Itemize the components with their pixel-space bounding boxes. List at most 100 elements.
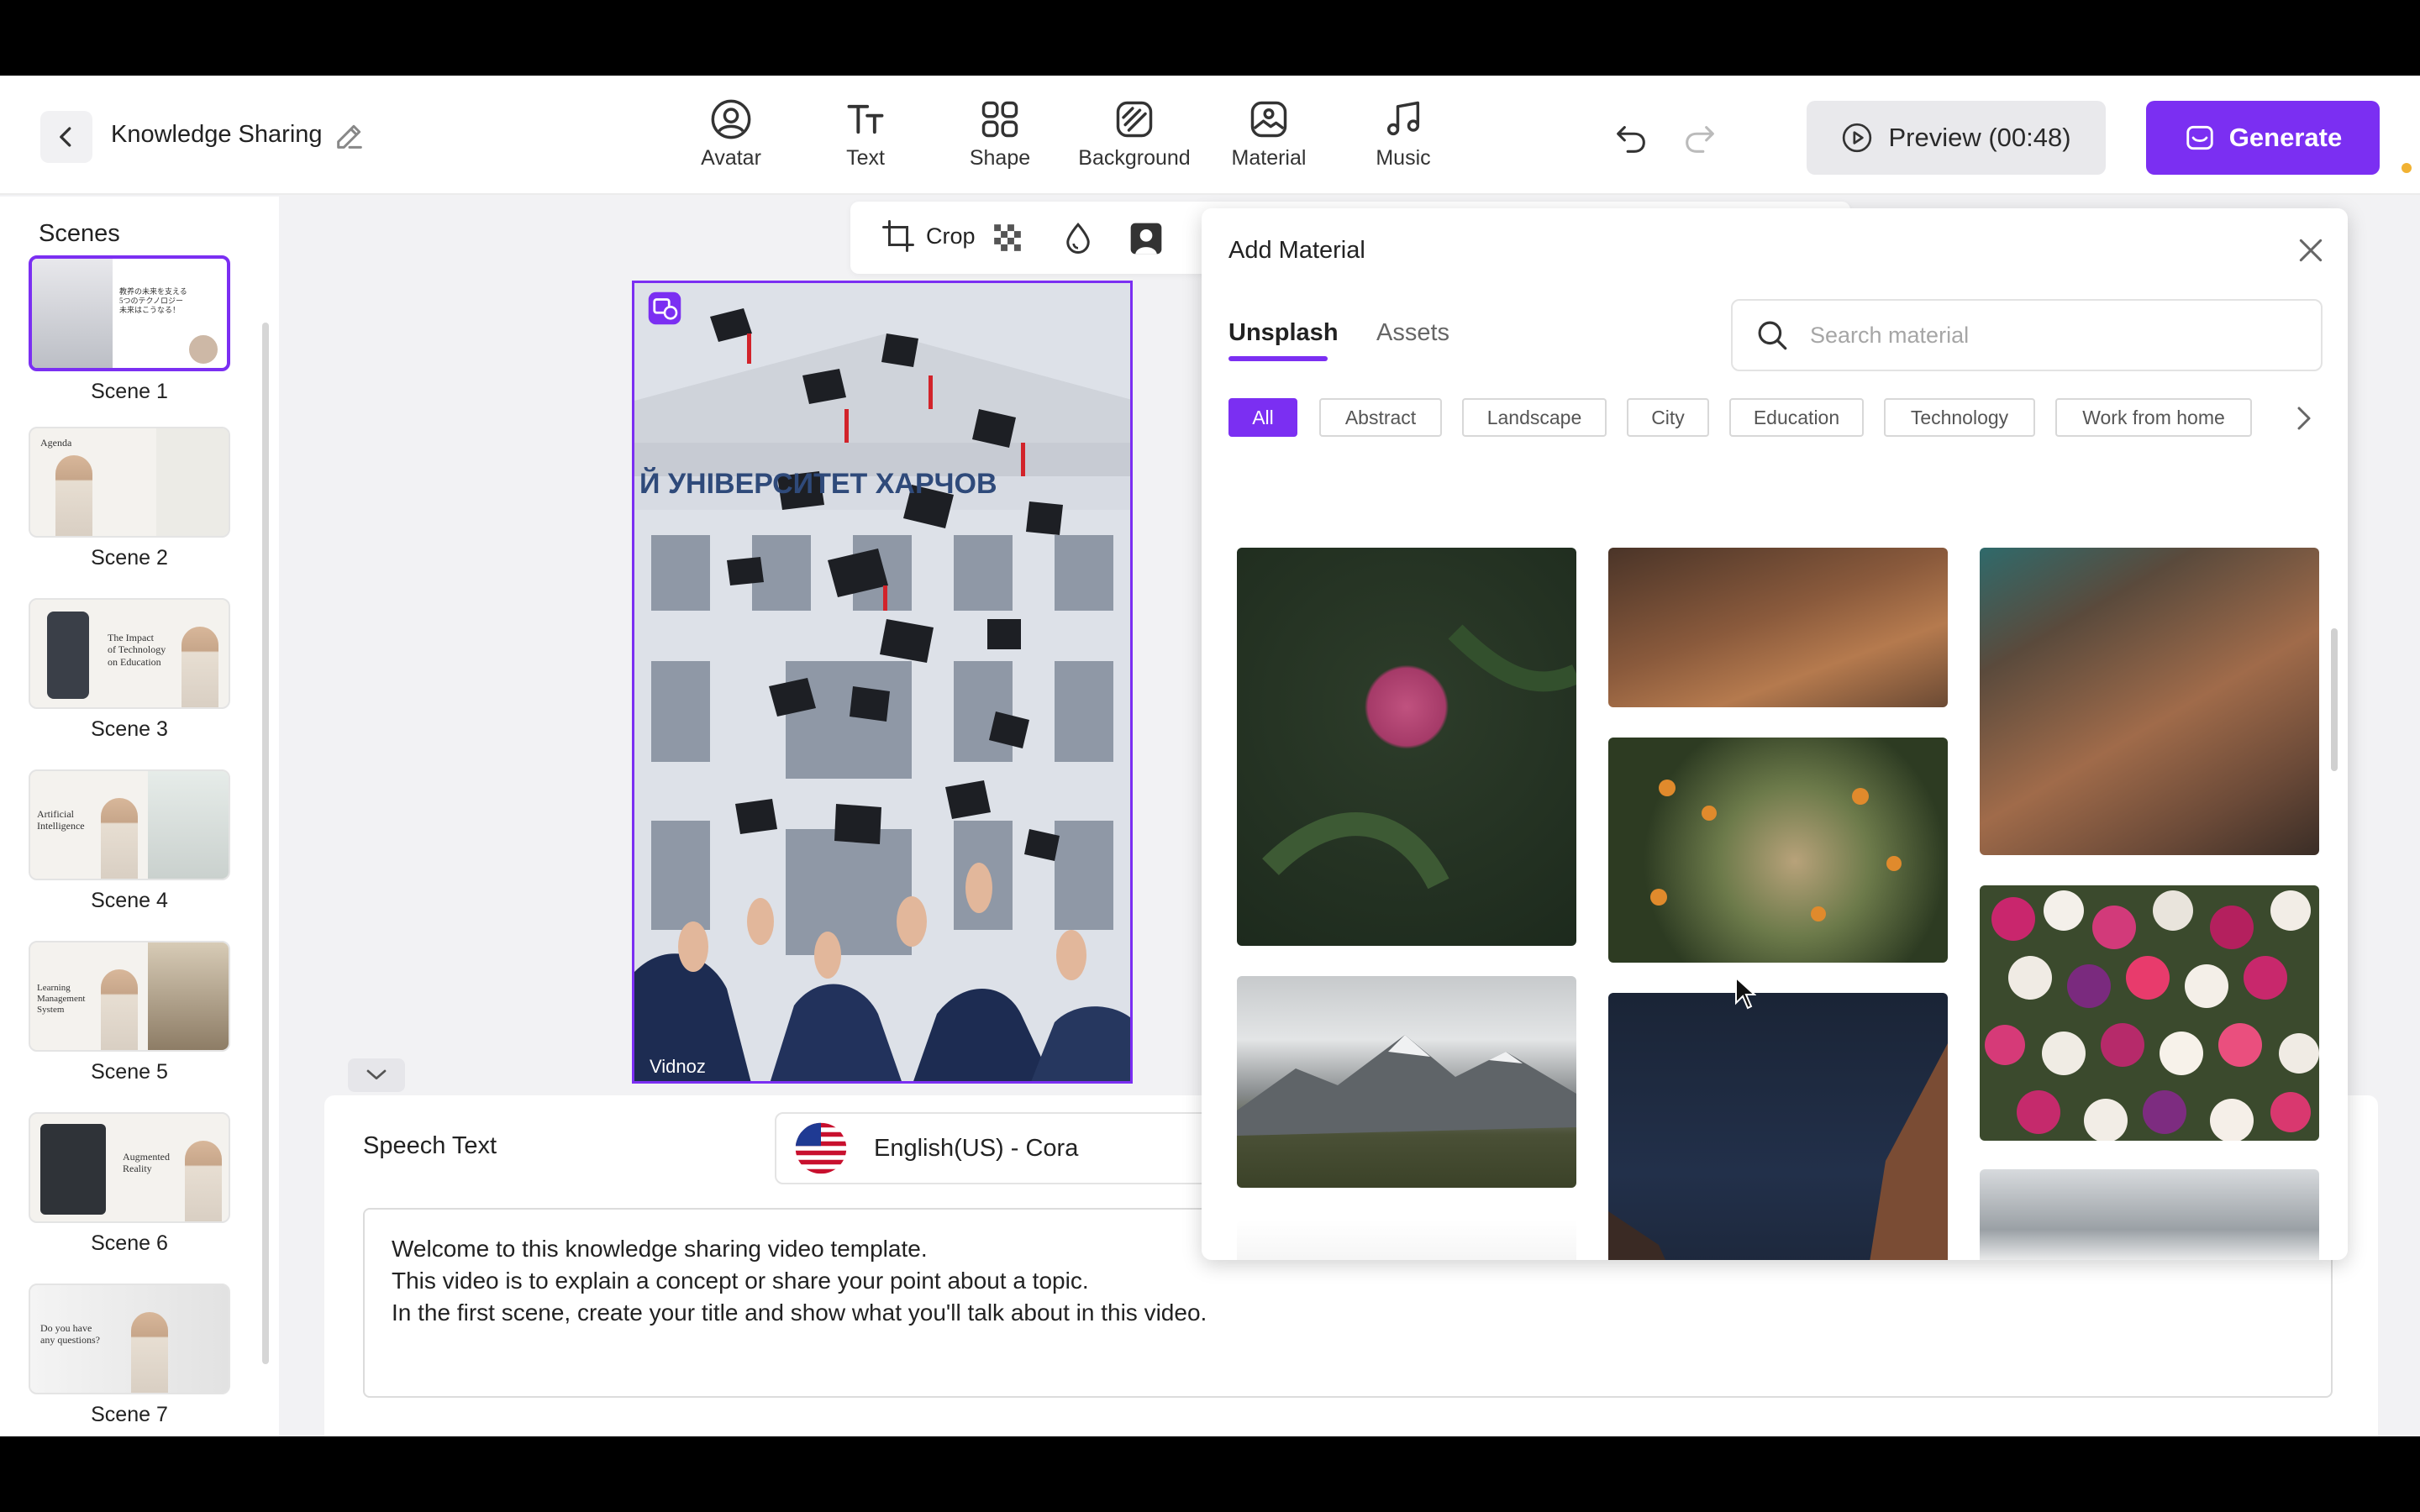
redo-icon[interactable] [1681,119,1719,158]
modal-title: Add Material [1228,237,1365,264]
collapse-toggle[interactable] [348,1058,405,1092]
tool-material-button[interactable]: Material [1206,97,1332,181]
tab-unsplash[interactable]: Unsplash [1228,319,1339,347]
scene-item-5[interactable]: Learning Management System Scene 5 [29,941,230,1084]
scene-item-6[interactable]: Augmented Reality Scene 6 [29,1112,230,1256]
scene-item-1[interactable]: 教养の未来を支える 5つのテクノロジー 未来はこうなる！ Scene 1 [29,255,230,404]
active-tab-indicator [1228,356,1328,361]
tool-text-button[interactable]: Text [802,97,929,181]
scene-item-7[interactable]: Do you have any questions? Scene 7 [29,1284,230,1427]
generate-icon [2186,125,2213,150]
tool-music-button[interactable]: Music [1340,97,1466,181]
search-icon [1758,321,1787,350]
crop-button[interactable]: Crop [881,218,976,254]
top-bar: Knowledge Sharing Avatar Text Shape Back… [0,76,2420,195]
canvas-image[interactable]: Й УНІВЕРСИТЕТ ХАРЧОВ Vidnoz [632,281,1133,1084]
scene-thumbnail: 教养の未来を支える 5つのテクノロジー 未来はこうなる！ [29,255,230,371]
category-chip-work-from-home[interactable]: Work from home [2055,398,2252,437]
scene-thumbnail: Learning Management System [29,941,230,1052]
category-chip-abstract[interactable]: Abstract [1319,398,1442,437]
category-chip-technology[interactable]: Technology [1884,398,2035,437]
back-button[interactable] [40,111,92,163]
category-chip-landscape[interactable]: Landscape [1462,398,1607,437]
chevron-right-icon[interactable] [2289,402,2319,435]
tool-shape-button[interactable]: Shape [937,97,1063,181]
tool-text-label: Text [846,146,885,170]
add-material-modal: Add Material Unsplash Assets All Abstrac… [1202,208,2348,1260]
background-icon [1116,101,1153,138]
search-box[interactable] [1731,299,2323,371]
material-photo-orange-tree[interactable] [1608,738,1948,963]
material-photo-snow-cloud[interactable] [1237,1220,1576,1260]
replace-image-icon[interactable] [647,291,682,326]
scene-thumbnail: Artificial Intelligence [29,769,230,880]
voice-select[interactable]: English(US) - Cora [775,1112,1245,1184]
app-window: Knowledge Sharing Avatar Text Shape Back… [0,76,2420,1436]
category-chip-all[interactable]: All [1228,398,1297,437]
preview-label: Preview (00:48) [1888,123,2071,152]
material-scrollbar[interactable] [2331,628,2338,771]
scene-item-2[interactable]: Agenda Scene 2 [29,427,230,570]
voice-label: English(US) - Cora [874,1134,1079,1162]
tab-assets[interactable]: Assets [1376,319,1449,347]
scene-label: Scene 6 [91,1231,168,1255]
tool-music-label: Music [1376,146,1431,170]
photo-mountain-ridge [1237,1035,1576,1136]
tool-avatar-button[interactable]: Avatar [668,97,794,181]
tool-shape-label: Shape [969,146,1031,170]
preview-button[interactable]: Preview (00:48) [1807,101,2106,175]
scene-thumb-text: Artificial Intelligence [37,808,85,832]
tool-background-label: Background [1078,146,1191,170]
transparency-icon[interactable] [992,222,1023,254]
material-photo-peony[interactable] [1237,548,1576,946]
undo-icon[interactable] [1612,119,1650,158]
tool-material-label: Material [1231,146,1307,170]
photo-oranges [1650,780,1902,921]
material-photo-coastal-cliff[interactable] [1980,548,2319,855]
chevron-down-icon [366,1069,387,1080]
material-photo-cloudy-peaks[interactable] [1980,1169,2319,1260]
us-flag-icon [795,1122,847,1174]
tool-avatar-label: Avatar [701,146,761,170]
mouse-cursor-icon [1735,976,1756,1010]
scenes-sidebar: Scenes 教养の未来を支える 5つのテクノロジー 未来はこうなる！ Scen… [0,197,279,1436]
speech-line: This video is to explain a concept or sh… [392,1268,1089,1294]
play-circle-icon [1843,123,1872,153]
crop-icon [882,220,914,252]
category-chip-education[interactable]: Education [1729,398,1864,437]
graduation-photo: Й УНІВЕРСИТЕТ ХАРЧОВ Vidnoz [634,283,1130,1081]
text-icon [847,104,884,134]
category-chip-city[interactable]: City [1627,398,1709,437]
generate-label: Generate [2228,123,2343,152]
edit-pencil-icon[interactable] [333,119,366,153]
scene-thumb-text: The Impact of Technology on Education [108,632,166,668]
scenes-title: Scenes [39,220,120,247]
color-drop-icon[interactable] [1060,220,1096,255]
project-title[interactable]: Knowledge Sharing [111,121,323,149]
scene-label: Scene 3 [91,717,168,741]
scene-item-4[interactable]: Artificial Intelligence Scene 4 [29,769,230,913]
search-input[interactable] [1810,322,2314,349]
remove-background-icon[interactable] [1128,220,1165,257]
speech-text-label: Speech Text [363,1132,497,1159]
music-icon [1386,101,1420,136]
material-photo-desert-rock[interactable] [1608,548,1948,707]
material-photo-tulips[interactable] [1980,885,2319,1141]
material-photo-mountains[interactable] [1237,976,1576,1188]
vidnoz-watermark: Vidnoz [650,1056,706,1077]
crop-label: Crop [926,223,976,249]
close-icon[interactable] [2294,234,2328,267]
sidebar-scrollbar[interactable] [262,323,269,1364]
scene-label: Scene 4 [91,889,168,912]
scene-item-3[interactable]: The Impact of Technology on Education Sc… [29,598,230,742]
generate-button[interactable]: Generate [2146,101,2380,175]
scene-thumbnail: Do you have any questions? [29,1284,230,1394]
scene-thumb-text: Agenda [40,437,72,449]
material-photo-night-canyon[interactable] [1608,993,1948,1260]
scene-label: Scene 1 [91,380,168,403]
photo-tulip-heads [1985,890,2319,1141]
scene-thumbnail: The Impact of Technology on Education [29,598,230,709]
scene-label: Scene 5 [91,1060,168,1084]
chevron-left-icon [60,127,71,147]
tool-background-button[interactable]: Background [1071,97,1197,181]
